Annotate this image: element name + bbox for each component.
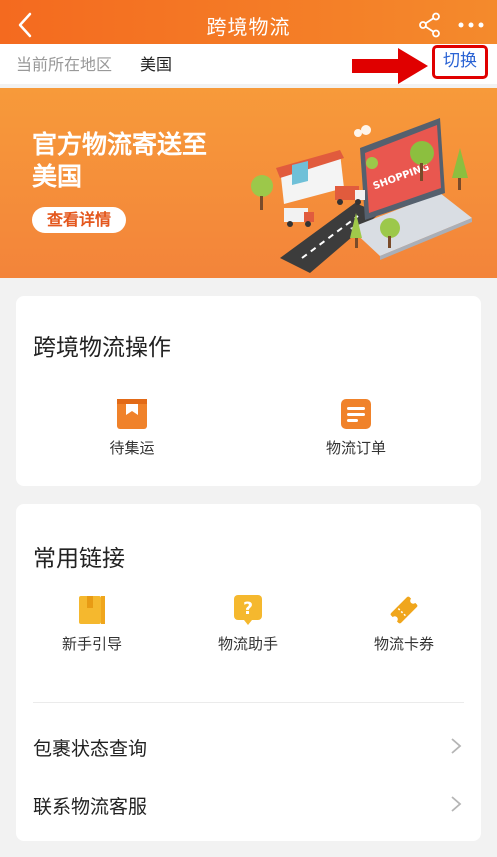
switch-region-button[interactable]: 切换	[432, 45, 488, 79]
guide-book-icon	[79, 596, 105, 624]
links-divider	[33, 702, 464, 703]
region-bar: 当前所在地区 美国 切换	[0, 44, 497, 84]
logistics-coupons-label: 物流卡券	[373, 635, 434, 653]
logistics-assistant-item[interactable]: ? 物流助手	[188, 593, 308, 654]
operations-title: 跨境物流操作	[33, 335, 171, 361]
shipping-illustration-icon: SHOPPING	[251, 118, 472, 273]
logistics-assistant-label: 物流助手	[217, 635, 278, 653]
order-list-icon	[341, 399, 371, 429]
pending-consolidation-label: 待集运	[109, 439, 155, 457]
more-dots-icon[interactable]	[458, 22, 484, 28]
beginner-guide-label: 新手引导	[61, 635, 122, 653]
logistics-orders-item[interactable]: 物流订单	[296, 397, 416, 458]
chevron-right-icon	[451, 796, 462, 812]
share-icon[interactable]	[418, 12, 442, 38]
red-arrow-icon	[352, 48, 428, 84]
svg-text:?: ?	[243, 599, 253, 619]
promo-banner[interactable]: 官方物流寄送至美国 查看详情 SHOPPING	[0, 88, 497, 278]
chevron-right-icon	[451, 738, 462, 754]
ticket-icon	[390, 596, 418, 624]
links-title: 常用链接	[33, 546, 125, 572]
contact-logistics-service-row[interactable]: 联系物流客服	[33, 784, 464, 824]
contact-logistics-service-label: 联系物流客服	[33, 796, 148, 818]
package-bookmark-icon	[117, 399, 147, 429]
package-status-query-row[interactable]: 包裹状态查询	[33, 726, 464, 766]
logistics-orders-label: 物流订单	[325, 439, 386, 457]
package-status-query-label: 包裹状态查询	[33, 738, 148, 760]
common-links-card: 常用链接 新手引导 ? 物流助手 物流卡券 包裹状态查询 联系物流客服	[16, 504, 481, 841]
region-value: 美国	[140, 55, 173, 74]
banner-title: 官方物流寄送至美国	[32, 130, 208, 191]
top-nav-bar: 跨境物流	[0, 0, 497, 50]
banner-details-button[interactable]: 查看详情	[32, 207, 126, 233]
pending-consolidation-item[interactable]: 待集运	[72, 397, 192, 458]
beginner-guide-item[interactable]: 新手引导	[32, 593, 152, 654]
region-label: 当前所在地区	[16, 55, 113, 74]
logistics-coupons-item[interactable]: 物流卡券	[344, 593, 464, 654]
help-chat-icon: ?	[234, 595, 262, 625]
logistics-operations-card: 跨境物流操作 待集运 物流订单	[16, 296, 481, 486]
